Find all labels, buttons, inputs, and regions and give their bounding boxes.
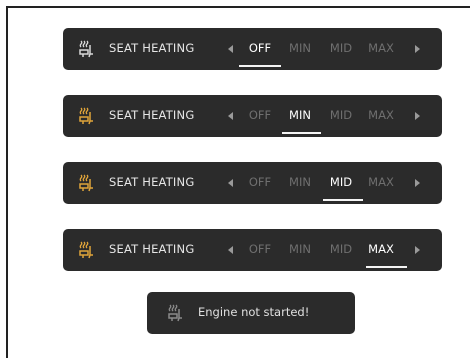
selected-level-indicator [323,199,363,201]
seat-heating-control-off: SEAT HEATING OFF MIN MID MAX [63,28,442,70]
level-option-off[interactable]: OFF [246,41,274,55]
level-option-max[interactable]: MAX [366,242,396,256]
level-option-min[interactable]: MIN [287,242,313,256]
previous-level-arrow-icon[interactable] [228,246,233,254]
seat-heating-title: SEAT HEATING [109,41,195,55]
seat-heating-title: SEAT HEATING [109,108,195,122]
level-option-min[interactable]: MIN [287,108,313,122]
level-option-max[interactable]: MAX [366,108,396,122]
previous-level-arrow-icon[interactable] [228,112,233,120]
level-option-mid[interactable]: MID [328,242,354,256]
seat-heat-icon [168,304,182,322]
selected-level-indicator [239,65,281,67]
level-option-max[interactable]: MAX [366,175,396,189]
seat-heating-control-max: SEAT HEATING OFF MIN MID MAX [63,229,442,271]
next-level-arrow-icon[interactable] [415,246,420,254]
seat-heating-control-min: SEAT HEATING OFF MIN MID MAX [63,95,442,137]
seat-heat-icon [79,107,93,125]
level-option-mid[interactable]: MID [328,41,354,55]
seat-heating-control-mid: SEAT HEATING OFF MIN MID MAX [63,162,442,204]
level-option-min[interactable]: MIN [287,41,313,55]
engine-not-started-toast: Engine not started! [147,292,355,334]
next-level-arrow-icon[interactable] [415,112,420,120]
level-option-mid[interactable]: MID [328,108,354,122]
level-option-off[interactable]: OFF [246,242,274,256]
seat-heat-icon [79,174,93,192]
next-level-arrow-icon[interactable] [415,45,420,53]
previous-level-arrow-icon[interactable] [228,179,233,187]
level-option-mid[interactable]: MID [328,175,354,189]
level-option-off[interactable]: OFF [246,175,274,189]
seat-heating-title: SEAT HEATING [109,242,195,256]
toast-message: Engine not started! [198,305,310,319]
seat-heat-icon [79,241,93,259]
selected-level-indicator [282,132,321,134]
level-option-off[interactable]: OFF [246,108,274,122]
seat-heating-title: SEAT HEATING [109,175,195,189]
level-option-max[interactable]: MAX [366,41,396,55]
seat-heat-icon [79,40,93,58]
selected-level-indicator [366,266,407,268]
level-option-min[interactable]: MIN [287,175,313,189]
next-level-arrow-icon[interactable] [415,179,420,187]
previous-level-arrow-icon[interactable] [228,45,233,53]
